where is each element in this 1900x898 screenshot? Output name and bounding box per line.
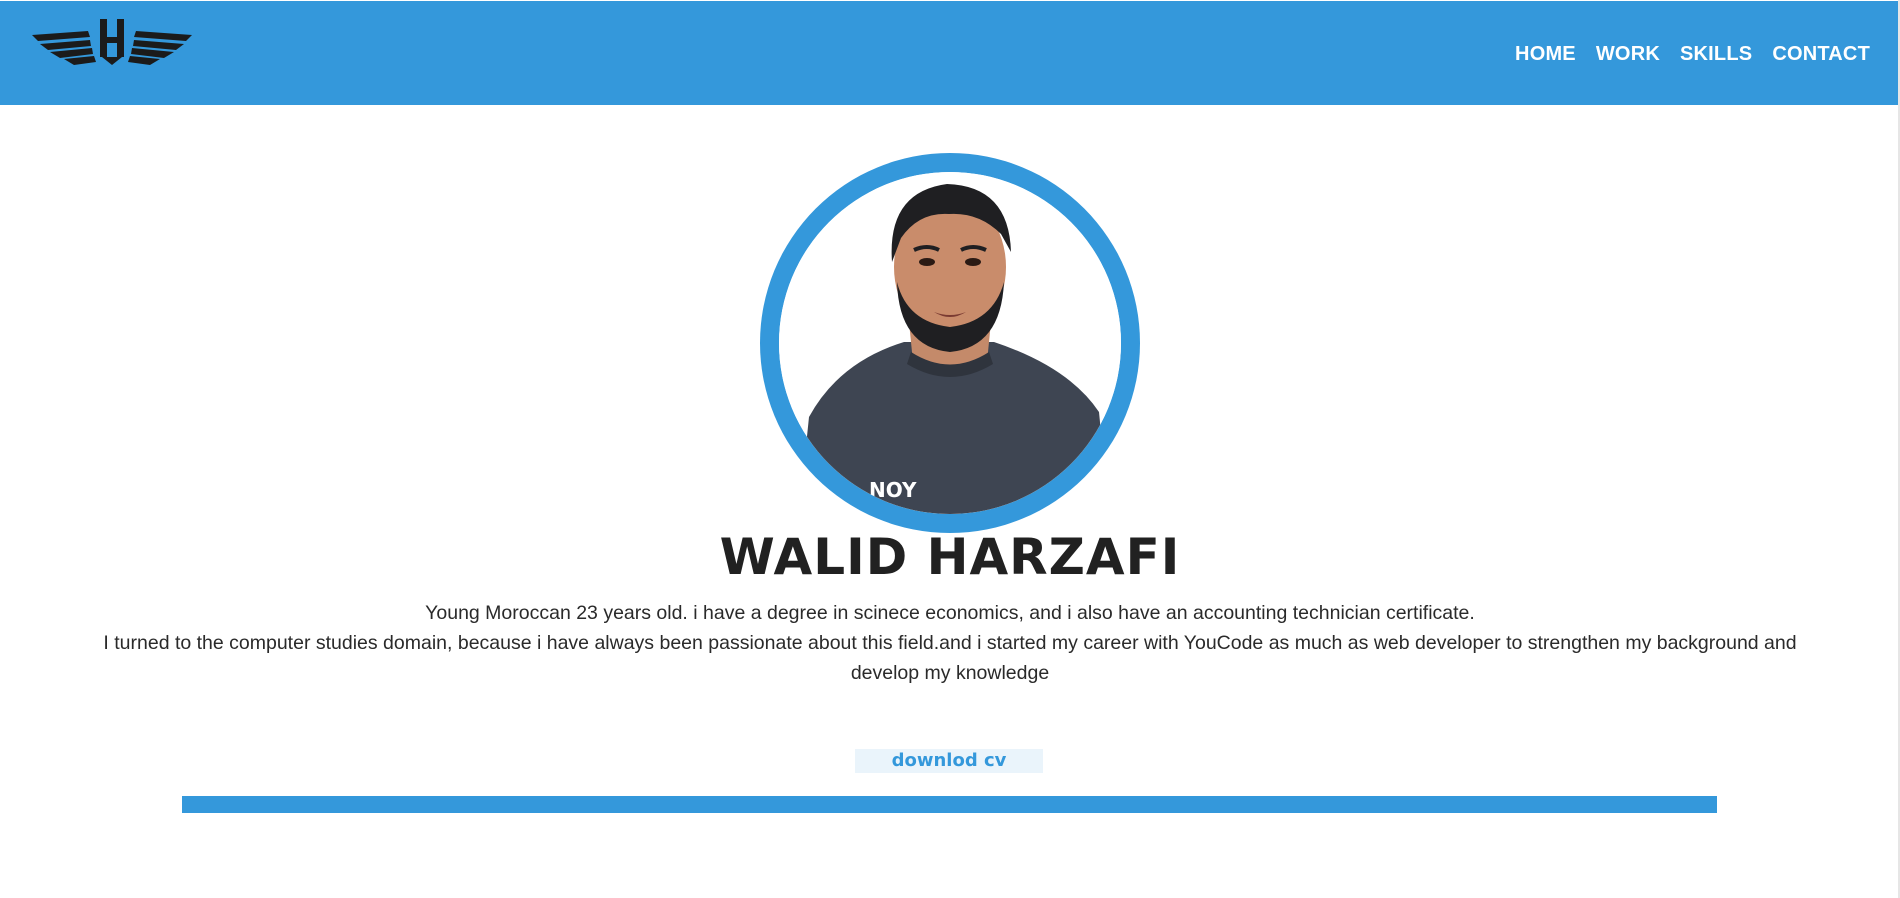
nav-work-link[interactable]: WORK [1596, 43, 1660, 66]
top-header: HOME WORK SKILLS CONTACT [0, 1, 1900, 105]
nav-contact-link[interactable]: CONTACT [1772, 43, 1870, 66]
nav-skills-link[interactable]: SKILLS [1680, 43, 1752, 66]
bio-line-2: I turned to the computer studies domain,… [103, 632, 1797, 684]
profile-name: WALID HARZAFI [719, 528, 1181, 586]
avatar-ring: NOY [760, 153, 1140, 533]
svg-text:NOY: NOY [869, 478, 917, 502]
profile-photo: NOY [779, 172, 1121, 514]
bio-line-1: Young Moroccan 23 years old. i have a de… [425, 602, 1475, 624]
winged-h-logo-icon[interactable] [30, 17, 194, 67]
download-cv-button[interactable]: downlod cv [855, 749, 1043, 773]
main-nav: HOME WORK SKILLS CONTACT [1515, 43, 1870, 66]
profile-bio: Young Moroccan 23 years old. i have a de… [95, 598, 1805, 688]
avatar: NOY [779, 172, 1121, 514]
nav-home-link[interactable]: HOME [1515, 43, 1576, 66]
section-divider [182, 796, 1717, 813]
